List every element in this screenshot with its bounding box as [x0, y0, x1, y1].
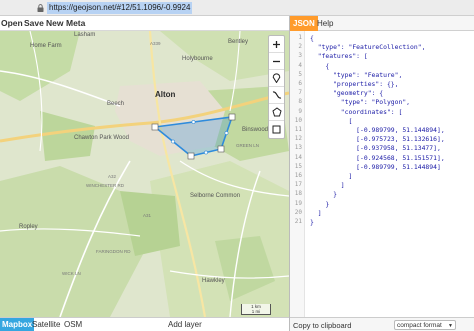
line-number: 14	[294, 153, 302, 161]
map-canvas[interactable]: Lasham Holybourne Alton Beech Chawton Pa…	[0, 31, 289, 317]
editor-footer: Copy to clipboard compact format ▼	[290, 317, 474, 331]
road-label: WINCHESTER RD	[86, 183, 124, 188]
url-field[interactable]: https://geojson.net/#12/51.1096/-0.9924	[47, 2, 193, 14]
plus-icon	[273, 40, 280, 48]
line-number: 10	[294, 116, 302, 124]
place-label: Hawkley	[202, 278, 225, 284]
browser-address-bar: https://geojson.net/#12/51.1096/-0.9924	[0, 0, 474, 16]
place-label: Bentley	[228, 39, 249, 45]
place-label: Selborne Common	[190, 193, 241, 199]
place-label: Holybourne	[182, 56, 213, 62]
place-label: Home Farm	[30, 43, 62, 49]
line-number: 3	[298, 52, 302, 60]
code-line: }	[310, 218, 314, 226]
line-number: 8	[298, 98, 302, 106]
layer-mapbox-button[interactable]: Mapbox	[0, 318, 35, 331]
place-label: Lasham	[74, 32, 96, 38]
line-number-gutter: 1 2 3 4 5 6 7 8 9 10 11 12 13 14 15 16 17 18 19 20 21	[290, 31, 305, 317]
line-number: 4	[298, 61, 302, 69]
layer-satellite-button[interactable]: Satellite	[32, 320, 60, 329]
draw-marker-button[interactable]	[269, 70, 284, 87]
code-line: {	[310, 61, 330, 70]
zoom-out-button[interactable]	[269, 53, 284, 70]
code-line: [-0.989799, 51.144894]	[310, 162, 441, 171]
format-select-value: compact format	[397, 322, 442, 329]
code-line: [	[310, 116, 353, 125]
code-line: "coordinates": [	[310, 107, 403, 116]
menu-new[interactable]: New	[46, 18, 63, 28]
draw-line-button[interactable]	[269, 87, 284, 104]
line-number: 15	[294, 162, 302, 170]
line-number: 19	[294, 199, 302, 207]
code-line: ]	[310, 208, 322, 217]
layer-osm-button[interactable]: OSM	[64, 320, 82, 329]
menu-open[interactable]: Open	[1, 18, 23, 28]
format-select[interactable]: compact format ▼	[394, 320, 456, 330]
code-line: "type": "Polygon",	[310, 98, 411, 107]
line-number: 13	[294, 144, 302, 152]
road-label: A339	[150, 41, 161, 46]
json-editor[interactable]: 1 2 3 4 5 6 7 8 9 10 11 12 13 14 15 16 17 18 19 20 21 { "typ…	[290, 31, 474, 317]
line-number: 11	[294, 126, 302, 133]
line-number: 5	[298, 70, 302, 78]
code-line: {	[310, 34, 314, 42]
draw-rectangle-button[interactable]	[269, 121, 284, 138]
map-footer: Mapbox Satellite OSM Add layer	[0, 317, 289, 331]
line-number: 9	[298, 107, 302, 115]
rectangle-icon	[272, 125, 281, 134]
line-number: 16	[294, 172, 302, 179]
line-number: 6	[298, 80, 302, 87]
scale-bar: 1 km 1 mi	[241, 304, 271, 315]
road-label: A32	[108, 174, 117, 179]
road-label: A31	[143, 213, 152, 218]
line-number: 20	[294, 208, 302, 216]
code-line: [-0.924568, 51.151571],	[310, 153, 445, 162]
code-line: [-0.937958, 51.13477],	[310, 144, 441, 153]
road-label: GREEN LN	[236, 143, 260, 148]
code-line: "geometry": {	[310, 89, 384, 98]
road-label: WICK LN	[62, 271, 81, 276]
place-label: Beech	[107, 101, 125, 107]
line-number: 17	[294, 181, 302, 189]
line-number: 7	[298, 89, 302, 97]
zoom-in-button[interactable]	[269, 36, 284, 53]
minus-icon	[273, 60, 280, 62]
code-line: "type": "FeatureCollection",	[310, 43, 426, 52]
map-draw-toolbar	[268, 35, 285, 139]
place-label: Chawton Park Wood	[74, 135, 129, 141]
add-layer-button[interactable]: Add layer	[168, 320, 202, 329]
code-line: "type": "Feature",	[310, 70, 403, 79]
code-line: }	[310, 199, 330, 208]
line-number: 18	[294, 190, 302, 198]
code-line: ]	[310, 172, 353, 180]
menu-save[interactable]: Save	[24, 18, 44, 28]
code-line: "features": [	[310, 52, 368, 61]
lock-icon	[37, 4, 44, 12]
code-line: "properties": {},	[310, 80, 399, 88]
menu-meta[interactable]: Meta	[66, 18, 85, 28]
copy-to-clipboard-button[interactable]: Copy to clipboard	[293, 321, 351, 330]
code-line: ]	[310, 181, 345, 190]
line-icon	[272, 91, 281, 99]
scale-mi: 1 mi	[251, 309, 261, 314]
editor-tabs: JSON Help	[290, 16, 474, 31]
map-basemap	[0, 31, 289, 317]
line-number: 21	[294, 218, 302, 225]
code-line: [-0.975723, 51.132616],	[310, 135, 445, 144]
road-label: FARINGDON RD	[96, 249, 131, 254]
draw-polygon-button[interactable]	[269, 104, 284, 121]
line-number: 1	[298, 34, 302, 41]
line-number: 2	[298, 43, 302, 51]
place-label: Binswood	[242, 127, 269, 133]
place-label-town: Alton	[155, 90, 176, 99]
place-label: Ropley	[19, 224, 38, 230]
code-line: }	[310, 190, 337, 199]
marker-icon	[272, 73, 281, 83]
tab-help[interactable]: Help	[314, 16, 336, 31]
line-number: 12	[294, 135, 302, 143]
polygon-icon	[271, 107, 282, 117]
chevron-down-icon: ▼	[448, 323, 453, 329]
code-line: [-0.989799, 51.144894],	[310, 126, 445, 134]
menu-bar: Open Save New Meta	[0, 16, 289, 31]
